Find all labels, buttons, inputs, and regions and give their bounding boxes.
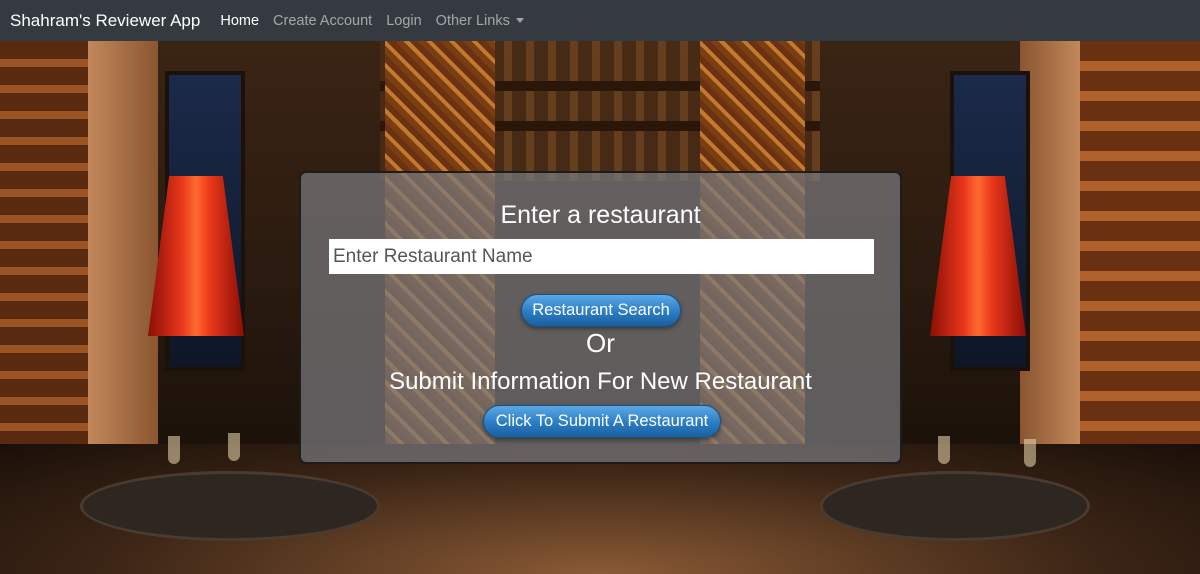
dining-table-left bbox=[80, 471, 380, 541]
or-separator: Or bbox=[586, 328, 615, 358]
nav-link-login[interactable]: Login bbox=[386, 13, 421, 29]
top-navbar: Shahram's Reviewer App Home Create Accou… bbox=[0, 0, 1200, 41]
submit-info-heading: Submit Information For New Restaurant bbox=[389, 368, 812, 395]
brand-link[interactable]: Shahram's Reviewer App bbox=[10, 11, 200, 31]
wine-glass bbox=[1024, 439, 1036, 467]
wine-glass bbox=[168, 436, 180, 464]
restaurant-search-button[interactable]: Restaurant Search bbox=[521, 294, 681, 327]
nav-link-home[interactable]: Home bbox=[220, 13, 259, 29]
panel-title: Enter a restaurant bbox=[500, 201, 701, 229]
search-panel: Enter a restaurant Restaurant Search Or … bbox=[299, 171, 902, 464]
nav-dropdown-label: Other Links bbox=[435, 12, 510, 29]
nav-link-create-account[interactable]: Create Account bbox=[273, 13, 372, 29]
submit-restaurant-button[interactable]: Click To Submit A Restaurant bbox=[483, 405, 721, 438]
wine-glass bbox=[938, 436, 950, 464]
restaurant-name-input[interactable] bbox=[329, 239, 874, 274]
dining-table-right bbox=[820, 471, 1090, 541]
wine-glass bbox=[228, 433, 240, 461]
caret-down-icon bbox=[515, 18, 524, 23]
nav-dropdown-other-links[interactable]: Other Links bbox=[436, 13, 524, 29]
